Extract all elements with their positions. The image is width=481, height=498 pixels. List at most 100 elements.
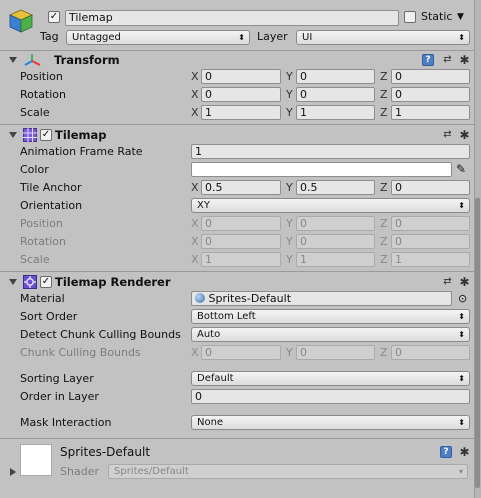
material-value: Sprites-Default: [208, 292, 292, 305]
static-checkbox[interactable]: [404, 11, 416, 23]
gear-icon[interactable]: ✱: [458, 446, 471, 458]
active-checkbox[interactable]: ✓: [48, 11, 60, 23]
chevron-down-icon: ⬍: [458, 374, 465, 383]
chunk-culling-x: 0: [201, 345, 281, 360]
axis-y-label[interactable]: Y: [286, 106, 293, 120]
material-preview-name: Sprites-Default: [60, 445, 151, 459]
tile-anchor-x[interactable]: 0.5: [201, 180, 281, 195]
tilemap-position-y: 0: [296, 216, 375, 231]
chevron-down-icon: ⬍: [458, 201, 465, 210]
help-icon[interactable]: ?: [440, 446, 452, 458]
anim-frame-rate-input[interactable]: 1: [191, 144, 470, 159]
sort-order-label: Sort Order: [20, 310, 78, 323]
chevron-down-icon: ⬍: [458, 418, 465, 427]
eyedropper-icon[interactable]: ✎: [456, 162, 466, 176]
axis-y-label: Y: [286, 253, 293, 266]
gear-icon[interactable]: ✱: [458, 129, 471, 141]
axis-x-label[interactable]: X: [191, 106, 199, 120]
transform-position-x[interactable]: 0: [201, 69, 281, 84]
axis-y-label: Y: [286, 346, 293, 359]
orientation-dropdown[interactable]: XY ⬍: [191, 198, 470, 213]
divider: [0, 50, 474, 51]
transform-rotation-y[interactable]: 0: [296, 87, 375, 102]
tilemap-rotation-x: 0: [201, 234, 281, 249]
sorting-layer-dropdown[interactable]: Default ⬍: [191, 371, 470, 386]
material-field[interactable]: Sprites-Default: [191, 291, 452, 306]
renderer-foldout[interactable]: [9, 279, 17, 285]
axis-x-label: X: [191, 235, 199, 248]
shader-dropdown: Sprites/Default ▾: [108, 464, 468, 479]
tag-dropdown[interactable]: Untagged ⬍: [66, 30, 250, 45]
chevron-down-icon: ⬍: [458, 312, 465, 321]
transform-scale-x[interactable]: 1: [201, 105, 281, 120]
gear-icon[interactable]: ✱: [458, 276, 471, 288]
sort-order-dropdown[interactable]: Bottom Left ⬍: [191, 309, 470, 324]
renderer-enabled-checkbox[interactable]: ✓: [40, 276, 52, 288]
axis-y-label[interactable]: Y: [286, 181, 293, 195]
orientation-value: XY: [197, 200, 210, 211]
axis-x-label[interactable]: X: [191, 181, 199, 195]
tilemap-title: Tilemap: [55, 128, 107, 142]
transform-position-z[interactable]: 0: [391, 69, 470, 84]
preset-icon[interactable]: ⇄: [441, 129, 454, 141]
color-swatch[interactable]: [191, 162, 452, 177]
material-sphere-icon: [195, 293, 205, 303]
axis-z-label: Z: [380, 346, 388, 359]
material-preview-thumbnail: [20, 444, 52, 476]
axis-y-label[interactable]: Y: [286, 70, 293, 84]
preset-icon[interactable]: ⇄: [441, 276, 454, 288]
divider: [0, 438, 474, 439]
scrollbar-thumb[interactable]: [475, 198, 480, 488]
sort-order-value: Bottom Left: [197, 311, 256, 322]
transform-foldout[interactable]: [9, 57, 17, 63]
transform-rotation-label: Rotation: [20, 88, 67, 101]
tilemap-scale-label: Scale: [20, 253, 50, 266]
layer-value: UI: [302, 32, 313, 43]
mask-interaction-label: Mask Interaction: [20, 416, 112, 429]
gear-icon[interactable]: ✱: [458, 54, 471, 66]
axis-y-label: Y: [286, 217, 293, 230]
detect-chunk-dropdown[interactable]: Auto ⬍: [191, 327, 470, 342]
static-label: Static: [421, 10, 453, 23]
object-picker-icon[interactable]: ⊙: [458, 292, 467, 306]
help-icon[interactable]: ?: [422, 54, 434, 66]
axis-y-label[interactable]: Y: [286, 88, 293, 102]
tilemap-foldout[interactable]: [9, 132, 17, 138]
mask-interaction-dropdown[interactable]: None ⬍: [191, 415, 470, 430]
transform-position-y[interactable]: 0: [296, 69, 375, 84]
axis-z-label[interactable]: Z: [380, 70, 388, 84]
tilemap-scale-y: 1: [296, 252, 375, 267]
transform-title: Transform: [54, 53, 120, 67]
tilemap-scale-z: 1: [391, 252, 470, 267]
axis-x-label: X: [191, 253, 199, 266]
order-in-layer-label: Order in Layer: [20, 390, 99, 403]
axis-x-label: X: [191, 346, 199, 359]
transform-position-label: Position: [20, 70, 63, 83]
static-dropdown-arrow[interactable]: ▼: [457, 10, 464, 24]
tile-anchor-label: Tile Anchor: [20, 181, 82, 194]
axis-x-label[interactable]: X: [191, 70, 199, 84]
tilemap-enabled-checkbox[interactable]: ✓: [40, 129, 52, 141]
transform-scale-z[interactable]: 1: [391, 105, 470, 120]
transform-rotation-x[interactable]: 0: [201, 87, 281, 102]
tag-value: Untagged: [72, 32, 121, 43]
axis-z-label[interactable]: Z: [380, 181, 388, 195]
tilemap-renderer-icon: [23, 275, 37, 289]
gameobject-name-input[interactable]: Tilemap: [65, 10, 399, 26]
layer-label: Layer: [257, 30, 288, 43]
material-foldout[interactable]: [10, 468, 16, 476]
axis-y-label: Y: [286, 235, 293, 248]
axis-x-label[interactable]: X: [191, 88, 199, 102]
tilemap-scale-x: 1: [201, 252, 281, 267]
transform-rotation-z[interactable]: 0: [391, 87, 470, 102]
preset-icon[interactable]: ⇄: [441, 54, 454, 66]
axis-z-label[interactable]: Z: [380, 88, 388, 102]
axis-z-label[interactable]: Z: [380, 106, 388, 120]
tile-anchor-z[interactable]: 0: [391, 180, 470, 195]
order-in-layer-input[interactable]: 0: [191, 389, 470, 404]
layer-dropdown[interactable]: UI ⬍: [296, 30, 470, 45]
transform-scale-y[interactable]: 1: [296, 105, 375, 120]
tile-anchor-y[interactable]: 0.5: [296, 180, 375, 195]
chevron-down-icon: ⬍: [458, 33, 465, 42]
renderer-title: Tilemap Renderer: [55, 275, 171, 289]
